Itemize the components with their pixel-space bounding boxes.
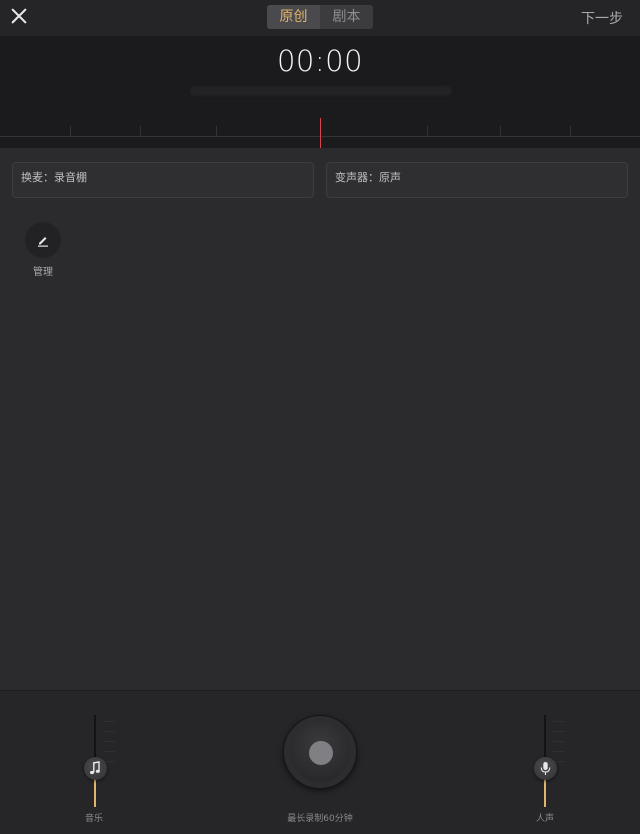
scale-tick [103,721,115,722]
manage-label: 管理 [33,267,53,278]
next-button[interactable]: 下一步 [581,8,623,28]
record-limit-hint: 最长录制60分钟 [287,814,353,824]
scale-tick [553,751,565,752]
scale-tick [553,741,565,742]
playhead-marker [320,118,321,148]
timeline-tick [500,126,501,136]
edit-icon [38,237,48,247]
close-icon[interactable] [10,7,28,25]
scale-tick [553,731,565,732]
tab-script[interactable]: 剧本 [320,5,373,29]
scale-tick [103,731,115,732]
microphone-icon [540,762,551,775]
timeline-tick [70,126,71,136]
music-note-icon [90,761,100,775]
record-button-core [309,741,333,765]
tab-original[interactable]: 原创 [267,5,320,29]
scale-tick [553,721,565,722]
music-volume-slider[interactable] [73,715,117,809]
record-button[interactable] [283,715,357,789]
top-bar: 原创 剧本 下一步 [0,0,640,36]
waveform-area: 00:00 [0,36,640,148]
manage-button[interactable] [25,222,61,258]
blurred-progress [190,86,452,96]
timeline-tick [216,126,217,136]
voice-volume-slider[interactable] [523,715,567,809]
voice-slider-knob[interactable] [534,757,557,780]
voice-label: 人声 [535,814,554,824]
bottom-control-panel: 音乐 最长录制60分钟 人声 [0,690,640,834]
scale-tick [103,741,115,742]
timeline-tick [140,126,141,136]
recording-timer: 00:00 [276,44,364,78]
timeline-tick [570,126,571,136]
voice-changer-button[interactable]: 变声器：原声 [326,162,628,198]
mode-switch: 原创 剧本 [267,5,373,29]
scale-tick [103,751,115,752]
music-slider-knob[interactable] [84,757,107,780]
timeline-tick [427,126,428,136]
mic-select-button[interactable]: 换麦：录音棚 [12,162,314,198]
music-label: 音乐 [84,814,103,824]
